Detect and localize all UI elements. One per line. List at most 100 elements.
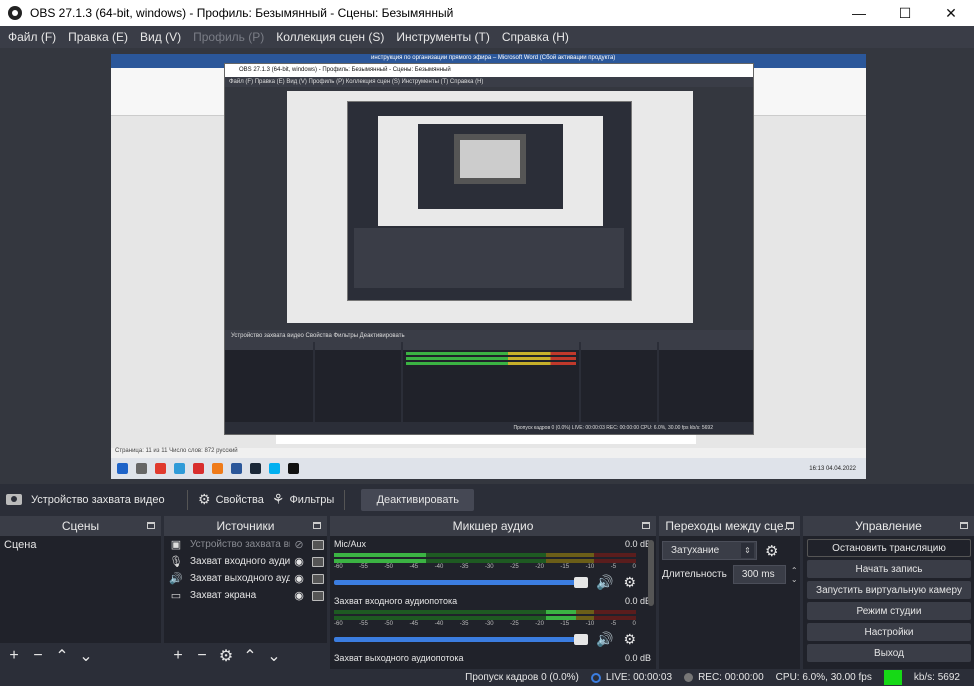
move-up-button[interactable]: ⌃	[240, 646, 260, 666]
lock-icon[interactable]	[312, 573, 324, 584]
add-scene-button[interactable]: +	[4, 646, 24, 666]
nested-meter	[406, 352, 576, 355]
mixer-channel-input-audio: Захват входного аудиопотока 0.0 dB -60 -55…	[330, 593, 656, 650]
mixer-channel-mic: Mic/Aux 0.0 dB -60 -55 -50 -45 -40 -35 -30 -25 -2…	[330, 536, 656, 593]
lock-icon[interactable]	[312, 556, 324, 567]
channel-name: Mic/Aux	[334, 539, 367, 549]
add-source-button[interactable]: +	[168, 646, 188, 666]
source-item-screen-capture[interactable]: ▭ Захват экрана ◉	[164, 587, 327, 604]
menu-scene-collection[interactable]: Коллекция сцен (S)	[270, 30, 390, 44]
duration-stepper[interactable]: ⌃ ⌄	[788, 566, 800, 584]
eye-hidden-icon[interactable]: ⊘	[290, 538, 308, 551]
menu-help[interactable]: Справка (H)	[496, 30, 575, 44]
studio-mode-button[interactable]: Режим студии	[807, 602, 971, 620]
preview-canvas: инструкция по организации прямого эфира …	[111, 54, 866, 479]
scenes-title: Сцены	[61, 519, 100, 533]
source-settings-button[interactable]: ⚙	[216, 646, 236, 666]
source-item-output-audio[interactable]: 🔊 Захват выходного аудио ◉	[164, 570, 327, 587]
maximize-button[interactable]: ☐	[882, 0, 928, 26]
deactivate-button[interactable]: Деактивировать	[361, 488, 475, 511]
close-button[interactable]: ✕	[928, 0, 974, 26]
volume-slider[interactable]	[334, 577, 588, 588]
source-name: Захват выходного аудио	[190, 573, 290, 584]
move-down-button[interactable]: ⌄	[76, 646, 96, 666]
word-title: инструкция по организации прямого эфира …	[371, 55, 616, 61]
nested-level-2-docks	[354, 228, 624, 288]
volume-meter	[334, 559, 651, 563]
gear-icon[interactable]: ⚙	[623, 574, 636, 591]
opera-icon	[193, 463, 204, 474]
source-name: Устройство захвата видео	[190, 539, 290, 550]
rec-icon	[684, 673, 694, 682]
camera-icon: ▣	[170, 539, 182, 551]
slider-handle[interactable]	[574, 634, 588, 645]
window-title: OBS 27.1.3 (64-bit, windows) - Профиль: …	[30, 6, 454, 20]
sources-footer: + − ⚙ ⌃ ⌄	[164, 643, 327, 669]
channel-name: Захват выходного аудиопотока	[334, 653, 464, 663]
live-status: LIVE: 00:00:03	[590, 672, 672, 683]
undock-icon[interactable]	[786, 522, 794, 529]
scene-item[interactable]: Сцена	[0, 536, 161, 554]
undock-icon[interactable]	[642, 522, 650, 529]
filters-label: Фильтры	[289, 493, 335, 506]
eye-icon[interactable]: ◉	[290, 572, 308, 585]
volume-slider[interactable]	[334, 634, 588, 645]
menu-file[interactable]: Файл (F)	[2, 30, 62, 44]
nested-transitions-dock	[581, 342, 657, 422]
duration-input[interactable]: 300 ms	[732, 565, 787, 584]
source-item-video-capture[interactable]: ▣ Устройство захвата видео ⊘	[164, 536, 327, 553]
transition-selected: Затухание	[671, 545, 720, 556]
taskbar-clock: 16:13 04.04.2022	[809, 466, 856, 472]
stream-health-indicator	[883, 670, 902, 685]
source-item-input-audio[interactable]: 🎙 Захват входного аудио ◉	[164, 553, 327, 570]
exit-button[interactable]: Выход	[807, 644, 971, 662]
properties-button[interactable]: ⚙ Свойства	[194, 491, 268, 508]
mute-speaker-icon[interactable]: 🔊	[596, 631, 613, 648]
start-recording-button[interactable]: Начать запись	[807, 560, 971, 578]
menu-profile: Профиль (P)	[193, 30, 265, 44]
mixer-title: Микшер аудио	[452, 519, 534, 533]
lock-icon[interactable]	[312, 590, 324, 601]
gear-icon[interactable]: ⚙	[765, 542, 778, 560]
start-virtual-camera-button[interactable]: Запустить виртуальную камеру	[807, 581, 971, 599]
sources-dock: Источники ▣ Устройство захвата видео ⊘ 🎙…	[164, 516, 327, 669]
eye-icon[interactable]: ◉	[290, 589, 308, 602]
audio-mixer-dock: Микшер аудио Mic/Aux 0.0 dB -60 -55 -50 -45-…	[330, 516, 656, 669]
yandex-icon	[155, 463, 166, 474]
toolbar-separator	[187, 489, 188, 510]
rec-time: REC: 00:00:00	[698, 672, 764, 683]
live-icon	[590, 672, 601, 683]
menu-view[interactable]: Вид (V)	[134, 30, 187, 44]
undock-icon[interactable]	[313, 522, 321, 529]
search-icon	[136, 463, 147, 474]
edge-icon	[174, 463, 185, 474]
skype-icon	[269, 463, 280, 474]
nested-mixer-dock	[403, 342, 579, 422]
menu-tools[interactable]: Инструменты (T)	[390, 30, 495, 44]
move-up-button[interactable]: ⌃	[52, 646, 72, 666]
lock-icon[interactable]	[312, 539, 324, 550]
mixer-scrollbar[interactable]	[648, 540, 654, 606]
preview-area[interactable]: инструкция по организации прямого эфира …	[0, 48, 974, 484]
nested-sources-dock	[315, 342, 401, 422]
transition-select[interactable]: Затухание ⇕	[662, 541, 757, 560]
remove-scene-button[interactable]: −	[28, 646, 48, 666]
nested-obs-title: OBS 27.1.3 (64-bit, windows) - Профиль: …	[225, 64, 753, 77]
stop-streaming-button[interactable]: Остановить трансляцию	[807, 539, 971, 557]
dropped-frames: Пропуск кадров 0 (0.0%)	[465, 672, 579, 683]
gear-icon[interactable]: ⚙	[623, 631, 636, 648]
remove-source-button[interactable]: −	[192, 646, 212, 666]
settings-button[interactable]: Настройки	[807, 623, 971, 641]
filters-button[interactable]: ⚘ Фильтры	[268, 491, 338, 508]
slider-handle[interactable]	[574, 577, 588, 588]
minimize-button[interactable]: —	[836, 0, 882, 26]
transitions-header: Переходы между сце...	[659, 516, 800, 536]
volume-meter	[334, 610, 651, 614]
move-down-button[interactable]: ⌄	[264, 646, 284, 666]
menu-edit[interactable]: Правка (E)	[62, 30, 134, 44]
undock-icon[interactable]	[960, 522, 968, 529]
undock-icon[interactable]	[147, 522, 155, 529]
mute-speaker-icon[interactable]: 🔊	[596, 574, 613, 591]
nested-level-3	[418, 124, 563, 209]
eye-icon[interactable]: ◉	[290, 555, 308, 568]
